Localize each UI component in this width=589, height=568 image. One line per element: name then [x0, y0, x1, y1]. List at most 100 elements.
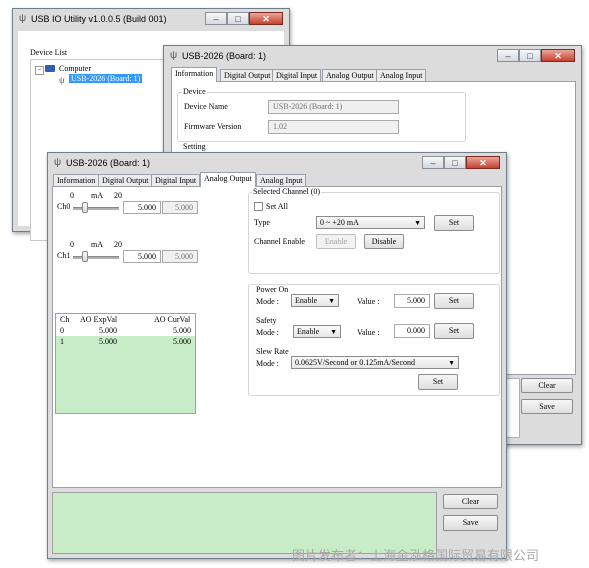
tab-analog-output[interactable]: Analog Output: [200, 172, 256, 187]
ao-titlebar: ψ USB-2026 (Board: 1) – □ ✕: [48, 153, 506, 173]
slew-rate-mode-select[interactable]: 0.0625V/Second or 0.125mA/Second ▼: [291, 356, 459, 369]
slew-rate-mode-label: Mode :: [256, 359, 279, 368]
ch0-scale-unit: mA: [91, 191, 103, 200]
ch1-label: Ch1: [57, 251, 71, 260]
table-cell-expval: 5.000: [99, 326, 117, 335]
power-on-value-input[interactable]: 5.000: [394, 294, 430, 308]
minimize-button[interactable]: –: [205, 12, 227, 25]
info-tab-information[interactable]: Information: [171, 67, 218, 82]
ao-window-title: USB-2026 (Board: 1): [66, 158, 151, 168]
ch0-label: Ch0: [57, 202, 71, 211]
power-on-mode-value: Enable: [295, 296, 318, 305]
computer-icon: [45, 65, 55, 72]
safety-mode-select[interactable]: Enable ▼: [293, 325, 341, 338]
set-all-checkbox[interactable]: [254, 202, 263, 211]
table-cell-ch: 1: [60, 337, 64, 346]
usb-icon: ψ: [170, 50, 178, 61]
ao-table-header-ch: Ch: [60, 315, 70, 324]
table-cell-expval: 5.000: [99, 337, 117, 346]
tree-root-label[interactable]: Computer: [59, 64, 91, 73]
table-row[interactable]: 0 5.000 5.000: [56, 325, 195, 336]
ao-table-header-curval: AO CurVal: [154, 315, 191, 324]
analog-output-window: ψ USB-2026 (Board: 1) – □ ✕ Information …: [47, 152, 507, 559]
usb-icon: ψ: [54, 157, 62, 168]
table-cell-ch: 0: [60, 326, 64, 335]
setting-group-title: Setting: [182, 142, 207, 151]
minimize-button[interactable]: –: [422, 156, 444, 169]
info-clear-button[interactable]: Clear: [521, 378, 573, 393]
safety-set-button[interactable]: Set: [434, 323, 474, 339]
device-name-field: USB-2026 (Board: 1): [268, 100, 399, 114]
main-titlebar: ψ USB IO Utility v1.0.0.5 (Build 001) – …: [13, 9, 289, 29]
device-list-label: Device List: [30, 48, 68, 57]
ch0-slider-track: [73, 207, 119, 210]
slew-rate-label: Slew Rate: [256, 347, 289, 356]
info-save-button[interactable]: Save: [521, 399, 573, 414]
ch0-scale-min: 0: [70, 191, 74, 200]
ch1-scale-min: 0: [70, 240, 74, 249]
type-label: Type: [254, 218, 270, 227]
ch1-read-value: 5.000: [162, 250, 198, 263]
power-on-set-button[interactable]: Set: [434, 293, 474, 309]
power-on-value-label: Value :: [357, 297, 380, 306]
enable-button[interactable]: Enable: [316, 234, 356, 249]
ch1-slider-track: [73, 256, 119, 259]
ch1-scale-max: 20: [114, 240, 122, 249]
chevron-down-icon: ▼: [414, 219, 421, 227]
ao-value-table: Ch AO ExpVal AO CurVal 0 5.000 5.000 1 5…: [55, 313, 196, 414]
safety-value-input[interactable]: 0.000: [394, 324, 430, 338]
ao-table-header-expval: AO ExpVal: [80, 315, 118, 324]
ao-save-button[interactable]: Save: [443, 515, 498, 531]
minimize-button[interactable]: –: [497, 49, 519, 62]
chevron-down-icon: ▼: [328, 297, 335, 305]
ch1-slider-thumb[interactable]: [81, 251, 88, 262]
ao-clear-button[interactable]: Clear: [443, 494, 498, 509]
disable-button[interactable]: Disable: [364, 234, 404, 249]
safety-label: Safety: [256, 316, 277, 325]
type-set-button[interactable]: Set: [434, 215, 474, 231]
tree-collapse-icon[interactable]: −: [35, 66, 44, 75]
maximize-button[interactable]: □: [444, 156, 466, 169]
maximize-button[interactable]: □: [227, 12, 249, 25]
safety-mode-label: Mode :: [256, 328, 279, 337]
info-window-title: USB-2026 (Board: 1): [182, 51, 267, 61]
slew-rate-set-button[interactable]: Set: [418, 374, 458, 390]
close-button[interactable]: ✕: [466, 156, 500, 169]
close-button[interactable]: ✕: [541, 49, 575, 62]
type-select[interactable]: 0 ~ +20 mA ▼: [316, 216, 425, 229]
ch0-scale-max: 20: [114, 191, 122, 200]
tree-device-item[interactable]: USB-2026 (Board: 1): [69, 74, 143, 83]
table-row[interactable]: 1 5.000 5.000: [56, 336, 195, 347]
ch0-slider-thumb[interactable]: [81, 202, 88, 213]
firmware-version-label: Firmware Version: [184, 122, 242, 131]
channel-enable-label: Channel Enable: [254, 237, 305, 246]
set-all-label: Set All: [266, 202, 289, 211]
main-window-title: USB IO Utility v1.0.0.5 (Build 001): [31, 14, 167, 24]
device-group-title: Device: [182, 87, 207, 96]
table-cell-curval: 5.000: [173, 337, 191, 346]
power-on-mode-select[interactable]: Enable ▼: [291, 294, 339, 307]
type-select-value: 0 ~ +20 mA: [320, 218, 359, 227]
chevron-down-icon: ▼: [448, 359, 455, 367]
usb-icon: ψ: [19, 13, 27, 24]
maximize-button[interactable]: □: [519, 49, 541, 62]
selected-channel-title: Selected Channel (0): [252, 187, 322, 196]
usb-device-icon: ψ: [59, 75, 65, 85]
watermark-text: 图片发布者：上海金泓格国际贸易有限公司: [292, 549, 540, 564]
ch0-set-value-input[interactable]: 5.000: [123, 201, 161, 214]
power-on-mode-label: Mode :: [256, 297, 279, 306]
power-on-label: Power On: [256, 285, 289, 294]
ch0-read-value: 5.000: [162, 201, 198, 214]
firmware-version-field: 1.02: [268, 120, 399, 134]
device-name-label: Device Name: [184, 102, 228, 111]
ch1-scale-unit: mA: [91, 240, 103, 249]
info-titlebar: ψ USB-2026 (Board: 1) – □ ✕: [164, 46, 581, 66]
ao-tab-panel: 0 mA 20 Ch0 5.000 5.000 0 mA 20 Ch1 5.00…: [52, 186, 502, 488]
chevron-down-icon: ▼: [330, 328, 337, 336]
safety-mode-value: Enable: [297, 327, 320, 336]
safety-value-label: Value :: [357, 328, 380, 337]
slew-rate-mode-value: 0.0625V/Second or 0.125mA/Second: [295, 358, 415, 367]
table-cell-curval: 5.000: [173, 326, 191, 335]
close-button[interactable]: ✕: [249, 12, 283, 25]
ch1-set-value-input[interactable]: 5.000: [123, 250, 161, 263]
